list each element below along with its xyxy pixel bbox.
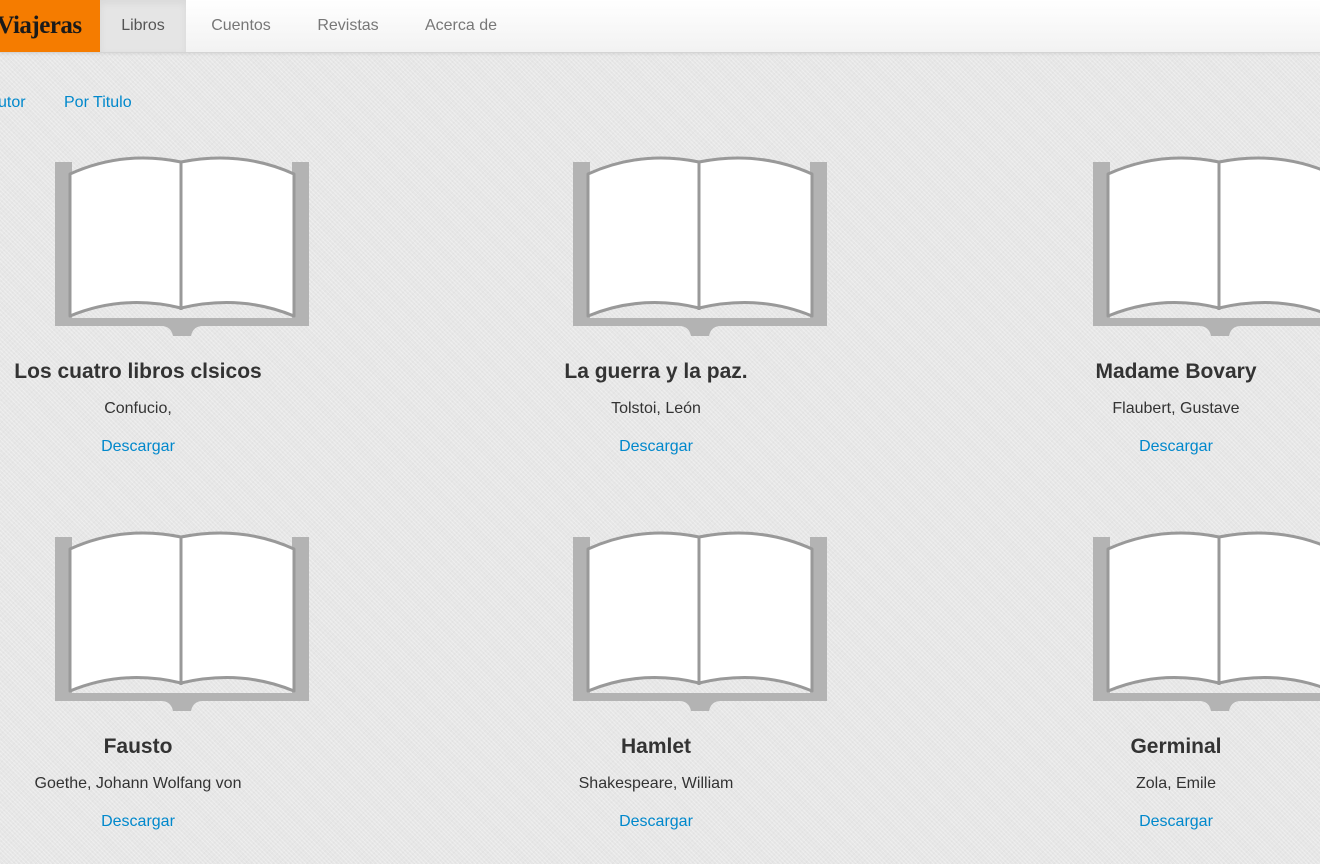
download-link[interactable]: Descargar [486, 813, 826, 831]
open-book-icon[interactable] [53, 529, 311, 711]
book-author: Confucio, [104, 400, 172, 417]
download-link[interactable]: Descargar [0, 813, 308, 831]
download-link[interactable]: Descargar [1006, 438, 1320, 456]
sort-by-author-link[interactable]: utor [0, 94, 26, 112]
book-title: Germinal [1130, 735, 1222, 758]
book-author: Goethe, Johann Wolfang von [34, 775, 242, 792]
book-title: Fausto [103, 735, 173, 758]
book-title: Los cuatro libros clsicos [14, 360, 262, 383]
book-author: Tolstoi, León [611, 400, 701, 417]
top-navbar: Viajeras Libros Cuentos Revistas Acerca … [0, 0, 1320, 53]
book-author: Flaubert, Gustave [1112, 400, 1240, 417]
book-title: La guerra y la paz. [564, 360, 748, 383]
book-author: Zola, Emile [1135, 775, 1217, 792]
book-author: Shakespeare, William [578, 775, 734, 792]
download-link[interactable]: Descargar [486, 438, 826, 456]
book-title: Hamlet [620, 735, 692, 758]
open-book-icon[interactable] [571, 154, 829, 336]
book-title: Madame Bovary [1095, 360, 1257, 383]
open-book-icon[interactable] [1091, 529, 1320, 711]
nav-item-acerca-de[interactable]: Acerca de [400, 0, 522, 52]
nav-item-revistas[interactable]: Revistas [296, 0, 400, 52]
download-link[interactable]: Descargar [0, 438, 308, 456]
open-book-icon[interactable] [571, 529, 829, 711]
open-book-icon[interactable] [53, 154, 311, 336]
brand-logo[interactable]: Viajeras [0, 0, 100, 52]
nav-item-cuentos[interactable]: Cuentos [186, 0, 296, 52]
sort-by-title-link[interactable]: Por Titulo [64, 94, 132, 112]
open-book-icon[interactable] [1091, 154, 1320, 336]
download-link[interactable]: Descargar [1006, 813, 1320, 831]
nav-item-libros[interactable]: Libros [100, 0, 186, 52]
